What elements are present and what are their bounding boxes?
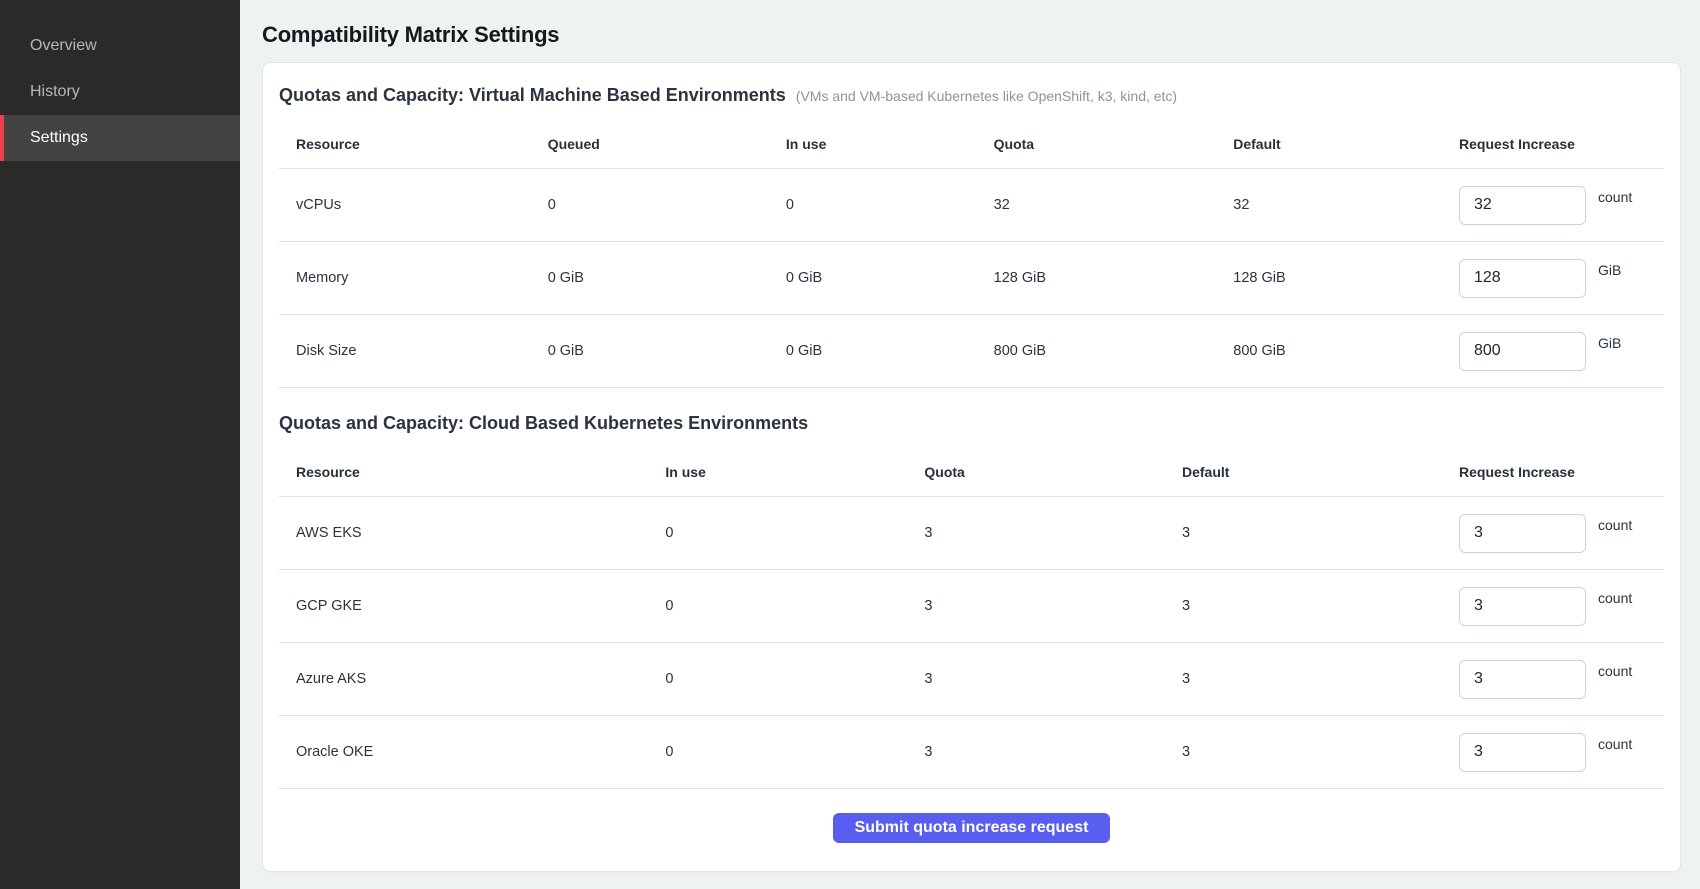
- submit-quota-increase-button[interactable]: Submit quota increase request: [833, 813, 1111, 843]
- cell-quota: 3: [924, 525, 1182, 541]
- cell-quota: 800 GiB: [994, 343, 1234, 359]
- table-row-gcp-gke: GCP GKE 0 3 3 count: [279, 570, 1664, 643]
- column-header-request-increase: Request Increase: [1459, 464, 1664, 480]
- cell-default: 128 GiB: [1233, 270, 1459, 286]
- request-increase-input-disk-size[interactable]: [1459, 332, 1586, 371]
- request-increase-input-gcp-gke[interactable]: [1459, 587, 1586, 626]
- cell-default: 3: [1182, 744, 1459, 760]
- cell-resource: vCPUs: [279, 197, 548, 213]
- request-increase-group: count: [1459, 660, 1664, 699]
- cell-queued: 0: [548, 197, 786, 213]
- cell-default: 3: [1182, 671, 1459, 687]
- column-header-resource: Resource: [279, 464, 665, 480]
- column-header-resource: Resource: [279, 136, 548, 152]
- cell-default: 3: [1182, 525, 1459, 541]
- vm-section-heading: Quotas and Capacity: Virtual Machine Bas…: [279, 85, 786, 106]
- unit-label: count: [1598, 189, 1632, 205]
- sidebar: Overview History Settings: [0, 0, 240, 889]
- request-increase-group: count: [1459, 733, 1664, 772]
- unit-label: count: [1598, 736, 1632, 752]
- sidebar-nav: Overview History Settings: [0, 23, 240, 161]
- column-header-queued: Queued: [548, 136, 786, 152]
- unit-label: count: [1598, 663, 1632, 679]
- sidebar-item-history[interactable]: History: [0, 69, 240, 115]
- quotas-card: Quotas and Capacity: Virtual Machine Bas…: [262, 62, 1681, 872]
- cell-in-use: 0: [665, 598, 924, 614]
- sidebar-item-settings[interactable]: Settings: [0, 115, 240, 161]
- cell-quota: 32: [994, 197, 1234, 213]
- cell-resource: Oracle OKE: [279, 744, 665, 760]
- cell-default: 3: [1182, 598, 1459, 614]
- column-header-request-increase: Request Increase: [1459, 136, 1664, 152]
- unit-label: count: [1598, 590, 1632, 606]
- request-increase-group: count: [1459, 587, 1664, 626]
- unit-label: GiB: [1598, 335, 1621, 351]
- request-increase-group: GiB: [1459, 259, 1664, 298]
- table-row-aws-eks: AWS EKS 0 3 3 count: [279, 497, 1664, 570]
- cell-quota: 3: [924, 671, 1182, 687]
- request-increase-group: count: [1459, 186, 1664, 225]
- unit-label: count: [1598, 517, 1632, 533]
- column-header-quota: Quota: [994, 136, 1234, 152]
- cell-resource: GCP GKE: [279, 598, 665, 614]
- cell-default: 800 GiB: [1233, 343, 1459, 359]
- cell-resource: Disk Size: [279, 343, 548, 359]
- page-title: Compatibility Matrix Settings: [262, 23, 1681, 47]
- cell-queued: 0 GiB: [548, 270, 786, 286]
- cell-in-use: 0: [665, 525, 924, 541]
- table-row-vcpus: vCPUs 0 0 32 32 count: [279, 169, 1664, 242]
- table-row-oracle-oke: Oracle OKE 0 3 3 count: [279, 716, 1664, 789]
- cell-in-use: 0: [665, 744, 924, 760]
- app-root: Overview History Settings Compatibility …: [0, 0, 1700, 889]
- cloud-section-header: Quotas and Capacity: Cloud Based Kuberne…: [279, 413, 1664, 434]
- cloud-table-header: Resource In use Quota Default Request In…: [279, 450, 1664, 497]
- cell-in-use: 0 GiB: [786, 270, 994, 286]
- request-increase-input-memory[interactable]: [1459, 259, 1586, 298]
- cell-quota: 3: [924, 598, 1182, 614]
- request-increase-input-oracle-oke[interactable]: [1459, 733, 1586, 772]
- cell-quota: 128 GiB: [994, 270, 1234, 286]
- main-content: Compatibility Matrix Settings Quotas and…: [240, 0, 1700, 889]
- cell-in-use: 0: [665, 671, 924, 687]
- column-header-default: Default: [1182, 464, 1459, 480]
- request-increase-group: count: [1459, 514, 1664, 553]
- column-header-default: Default: [1233, 136, 1459, 152]
- cell-resource: AWS EKS: [279, 525, 665, 541]
- table-row-azure-aks: Azure AKS 0 3 3 count: [279, 643, 1664, 716]
- column-header-in-use: In use: [665, 464, 924, 480]
- submit-row: Submit quota increase request: [279, 789, 1664, 867]
- unit-label: GiB: [1598, 262, 1621, 278]
- cell-default: 32: [1233, 197, 1459, 213]
- column-header-quota: Quota: [924, 464, 1182, 480]
- table-row-memory: Memory 0 GiB 0 GiB 128 GiB 128 GiB GiB: [279, 242, 1664, 315]
- vm-section-header: Quotas and Capacity: Virtual Machine Bas…: [279, 85, 1664, 106]
- sidebar-item-overview[interactable]: Overview: [0, 23, 240, 69]
- cell-in-use: 0 GiB: [786, 343, 994, 359]
- request-increase-input-azure-aks[interactable]: [1459, 660, 1586, 699]
- cell-quota: 3: [924, 744, 1182, 760]
- cell-queued: 0 GiB: [548, 343, 786, 359]
- cell-in-use: 0: [786, 197, 994, 213]
- request-increase-input-vcpus[interactable]: [1459, 186, 1586, 225]
- cell-resource: Memory: [279, 270, 548, 286]
- request-increase-group: GiB: [1459, 332, 1664, 371]
- column-header-in-use: In use: [786, 136, 994, 152]
- request-increase-input-aws-eks[interactable]: [1459, 514, 1586, 553]
- cell-resource: Azure AKS: [279, 671, 665, 687]
- table-row-disk-size: Disk Size 0 GiB 0 GiB 800 GiB 800 GiB Gi…: [279, 315, 1664, 388]
- vm-section-subheading: (VMs and VM-based Kubernetes like OpenSh…: [796, 88, 1177, 104]
- vm-table-header: Resource Queued In use Quota Default Req…: [279, 122, 1664, 169]
- cloud-section-heading: Quotas and Capacity: Cloud Based Kuberne…: [279, 413, 808, 434]
